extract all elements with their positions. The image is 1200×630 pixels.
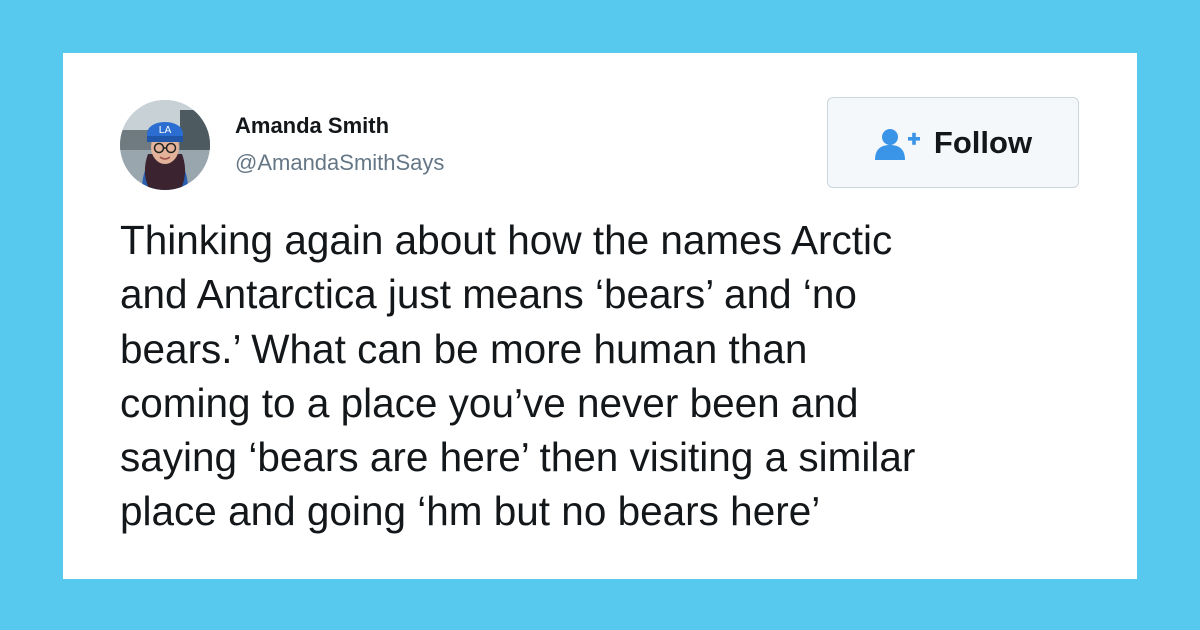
svg-text:LA: LA bbox=[159, 125, 172, 136]
avatar-photo: LA bbox=[120, 100, 210, 190]
author-handle[interactable]: @AmandaSmithSays bbox=[235, 149, 444, 177]
avatar[interactable]: LA bbox=[120, 100, 210, 190]
tweet-text: Thinking again about how the names Arcti… bbox=[120, 217, 916, 535]
tweet-card: LA Amanda Smith @AmandaSmithSays Follow … bbox=[63, 53, 1137, 579]
author-name[interactable]: Amanda Smith bbox=[235, 112, 389, 140]
follow-label: Follow bbox=[933, 124, 1033, 160]
add-user-icon bbox=[874, 127, 922, 161]
follow-button[interactable]: Follow bbox=[827, 97, 1079, 188]
